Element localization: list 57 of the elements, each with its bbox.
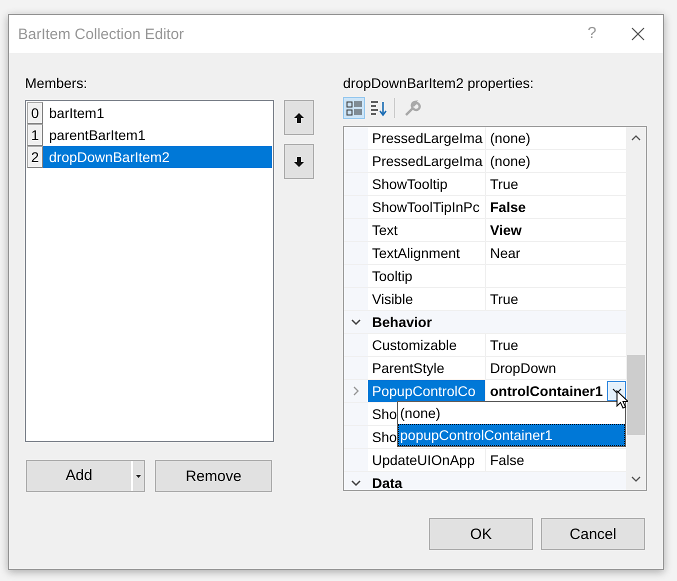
sort-icon [368,98,388,118]
property-value: True [490,175,518,194]
property-name[interactable]: PopupControlCo [368,380,486,402]
move-down-button[interactable] [284,144,314,179]
window-title: BarItem Collection Editor [18,26,185,42]
dropdown-option[interactable]: (none) [398,402,625,424]
scroll-up-icon [631,135,641,141]
dropdown-caret-icon [136,474,141,478]
member-item[interactable]: dropDownBarItem2 [43,146,272,168]
up-arrow-icon [294,112,304,122]
property-value: Near [490,244,520,263]
property-value: DropDown [490,359,556,378]
property-name[interactable]: ShowTooltip [368,173,486,195]
add-split-button[interactable]: Add [26,460,145,492]
property-value: True [490,290,518,309]
index-header: 2 [27,146,43,168]
property-name[interactable]: Tooltip [368,265,486,287]
property-name[interactable]: ShowToolTipInPc [368,196,486,218]
move-up-button[interactable] [284,100,314,135]
close-icon [631,27,645,41]
category-header: Data [371,474,402,490]
chevron-down-icon [612,388,622,394]
categorized-view-button[interactable] [343,97,365,119]
property-value: (none) [490,129,530,148]
property-name[interactable]: UpdateUIOnApp [368,449,486,471]
vertical-scrollbar[interactable] [626,127,646,490]
properties-label: dropDownBarItem2 properties: [343,74,535,93]
scroll-down-icon [631,476,641,482]
property-value: (none) [490,152,530,171]
property-name[interactable]: PressedLargeIma [368,150,486,172]
property-value: True [490,336,518,355]
property-name[interactable]: Text [368,219,486,241]
ok-button[interactable]: OK [429,518,533,550]
collapse-chevron-icon[interactable] [351,479,361,487]
remove-button[interactable]: Remove [155,460,272,492]
categorized-view-icon [344,98,364,118]
member-item[interactable]: barItem1 [43,102,272,124]
property-name[interactable]: Customizable [368,334,486,356]
down-arrow-icon [294,156,304,166]
index-header: 0 [27,102,43,124]
property-name[interactable]: ParentStyle [368,357,486,379]
member-item[interactable]: parentBarItem1 [43,124,272,146]
property-value: False [490,451,524,470]
property-name[interactable]: Visible [368,288,486,310]
property-name[interactable]: PressedLargeIma [368,127,486,149]
cancel-button[interactable]: Cancel [541,518,645,550]
property-name[interactable]: TextAlignment [368,242,486,264]
property-value: View [490,221,522,240]
property-value: False [490,198,526,217]
collapse-chevron-icon[interactable] [351,318,361,326]
dropdown-option[interactable]: popupControlContainer1 [398,424,625,446]
members-label: Members: [25,74,88,93]
index-header: 1 [27,124,43,146]
expand-chevron-icon[interactable] [353,386,359,396]
property-value[interactable]: ontrolContainer1 [490,380,603,402]
scrollbar-thumb[interactable] [627,355,645,435]
category-header: Behavior [371,313,432,332]
